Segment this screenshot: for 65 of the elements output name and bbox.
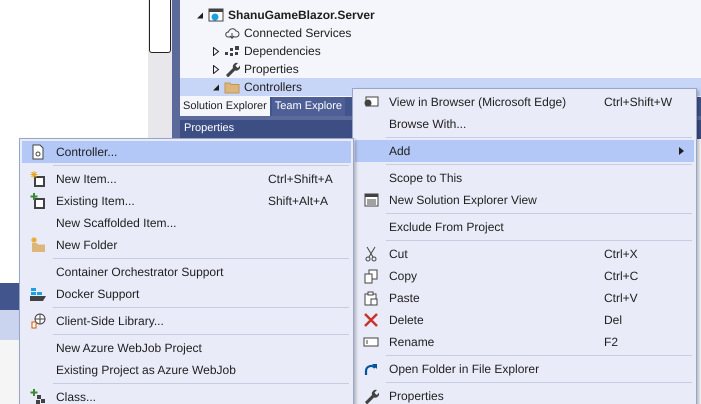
wrench-icon bbox=[224, 61, 240, 77]
tree-item[interactable]: Connected Services bbox=[180, 24, 701, 42]
menu-item[interactable]: Container Orchestrator Support bbox=[22, 261, 351, 283]
class-icon bbox=[30, 389, 46, 404]
globe-icon bbox=[30, 313, 46, 329]
new-folder-icon bbox=[30, 237, 46, 253]
menu-item[interactable]: Copy Ctrl+C bbox=[355, 265, 694, 287]
shortcut-text: Del bbox=[604, 312, 622, 329]
shortcut-text: Ctrl+X bbox=[604, 246, 638, 263]
menu-item[interactable]: Existing Item... Shift+Alt+A bbox=[22, 190, 351, 212]
collapsed-arrow-icon[interactable] bbox=[212, 46, 220, 56]
expanded-arrow-icon[interactable] bbox=[212, 82, 220, 92]
new-item-icon bbox=[30, 171, 46, 187]
tree-item[interactable]: Properties bbox=[180, 60, 701, 78]
globe-window-icon bbox=[208, 7, 224, 23]
stacked-boxes-icon bbox=[30, 286, 46, 302]
scissors-icon bbox=[363, 246, 379, 262]
menu-item[interactable]: Add bbox=[355, 140, 694, 162]
tree-item[interactable]: Dependencies bbox=[180, 42, 701, 60]
blocks-icon bbox=[224, 43, 240, 59]
collapsed-arrow-icon[interactable] bbox=[212, 64, 220, 74]
curved-arrow-icon bbox=[363, 361, 379, 377]
menu-item[interactable]: Cut Ctrl+X bbox=[355, 243, 694, 265]
tree-label[interactable]: Dependencies bbox=[244, 42, 321, 60]
shortcut-text: F2 bbox=[604, 334, 618, 351]
menu-item[interactable]: Browse With... bbox=[355, 113, 694, 135]
menu-item[interactable]: New Azure WebJob Project bbox=[22, 337, 351, 359]
shortcut-text: Shift+Alt+A bbox=[268, 193, 328, 210]
menu-item[interactable]: New Solution Explorer View bbox=[355, 189, 694, 211]
tree-label[interactable]: Properties bbox=[244, 60, 299, 78]
tree-label[interactable]: Controllers bbox=[244, 78, 302, 96]
menu-item[interactable]: New Folder bbox=[22, 234, 351, 256]
panel-tab[interactable]: Solution Explorer bbox=[180, 97, 270, 116]
menu-item[interactable]: Exclude From Project bbox=[355, 216, 694, 238]
menu-item[interactable]: Paste Ctrl+V bbox=[355, 287, 694, 309]
shortcut-text: Ctrl+C bbox=[604, 268, 638, 285]
document-frame bbox=[149, 0, 171, 53]
tree-label[interactable]: Connected Services bbox=[244, 24, 352, 42]
menu-item[interactable]: Delete Del bbox=[355, 309, 694, 331]
expanded-arrow-icon[interactable] bbox=[196, 10, 204, 20]
menu-item[interactable]: Class... bbox=[22, 386, 351, 404]
menu-item[interactable]: Scope to This bbox=[355, 167, 694, 189]
menu-item[interactable]: Rename F2 bbox=[355, 331, 694, 353]
menu-item[interactable]: Client-Side Library... bbox=[22, 310, 351, 332]
menu-item[interactable]: Controller... bbox=[22, 141, 351, 163]
panel-title: Properties bbox=[184, 122, 234, 134]
delete-icon bbox=[363, 312, 379, 328]
tree-label[interactable]: ShanuGameBlazor.Server bbox=[228, 6, 375, 24]
paste-icon bbox=[363, 290, 379, 306]
add-item-icon bbox=[30, 193, 46, 209]
tree-item[interactable]: ShanuGameBlazor.Server bbox=[180, 6, 701, 24]
window-list-icon bbox=[363, 192, 379, 208]
menu-item[interactable]: Open Folder in File Explorer bbox=[355, 358, 694, 380]
menu-item[interactable]: Existing Project as Azure WebJob bbox=[22, 359, 351, 381]
panel-tab[interactable]: Team Explore bbox=[272, 97, 346, 116]
shortcut-text: Ctrl+Shift+A bbox=[268, 171, 333, 188]
menu-item[interactable]: Docker Support bbox=[22, 283, 351, 305]
shortcut-text: Ctrl+Shift+W bbox=[604, 94, 672, 111]
copy-icon bbox=[363, 268, 379, 284]
menu-item[interactable]: New Item... Ctrl+Shift+A bbox=[22, 168, 351, 190]
menu-item[interactable]: New Scaffolded Item... bbox=[22, 212, 351, 234]
menu-item[interactable]: Properties bbox=[355, 385, 694, 404]
document-icon bbox=[30, 144, 46, 160]
wrench-icon bbox=[363, 388, 379, 404]
shortcut-text: Ctrl+V bbox=[604, 290, 638, 307]
